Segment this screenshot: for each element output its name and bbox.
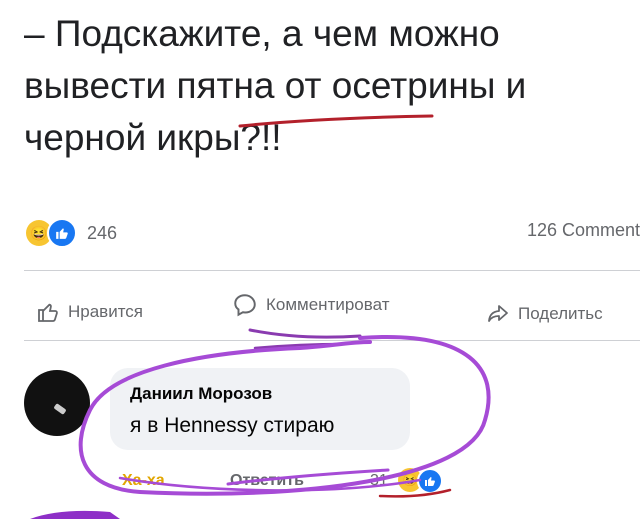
share-arrow-icon [488, 305, 508, 322]
share-button[interactable]: Поделитьс [486, 302, 603, 326]
like-button[interactable]: Нравится [36, 300, 143, 324]
post-stats: 😆 246 126 Comment [0, 216, 640, 252]
post-text: – Подскажите, а чем можно вывести пятна … [24, 13, 527, 158]
comment-footer: Ха-ха Ответить 31 😆 [122, 468, 622, 498]
thumbs-up-icon [38, 303, 58, 322]
comment-author[interactable]: Даниил Морозов [130, 384, 272, 404]
comment-bubble-icon [234, 294, 256, 317]
like-thumb-icon [47, 218, 77, 248]
comment-label: Комментироват [266, 295, 390, 314]
haha-reaction-button[interactable]: Ха-ха [122, 472, 165, 490]
comment-reaction-count: 31 [370, 472, 388, 489]
divider [24, 270, 640, 271]
share-label: Поделитьс [518, 304, 603, 323]
like-label: Нравится [68, 302, 144, 321]
comment-reactions[interactable]: 😆 [398, 468, 443, 494]
reaction-count: 246 [87, 222, 118, 243]
post-actions: Нравится Комментироват Поделитьс [0, 290, 640, 330]
comment: Даниил Морозов я в Hennessy стираю [24, 364, 640, 464]
comment-count[interactable]: 126 Comment [527, 220, 640, 241]
comment-button[interactable]: Комментироват [232, 292, 389, 318]
reply-button[interactable]: Ответить [230, 472, 304, 490]
divider [24, 340, 640, 341]
like-thumb-icon [417, 468, 443, 494]
comment-bubble: Даниил Морозов я в Hennessy стираю [110, 368, 410, 450]
avatar[interactable] [24, 370, 90, 436]
reaction-summary[interactable]: 😆 246 [26, 218, 117, 248]
comment-text: я в Hennessy стираю [130, 414, 335, 437]
